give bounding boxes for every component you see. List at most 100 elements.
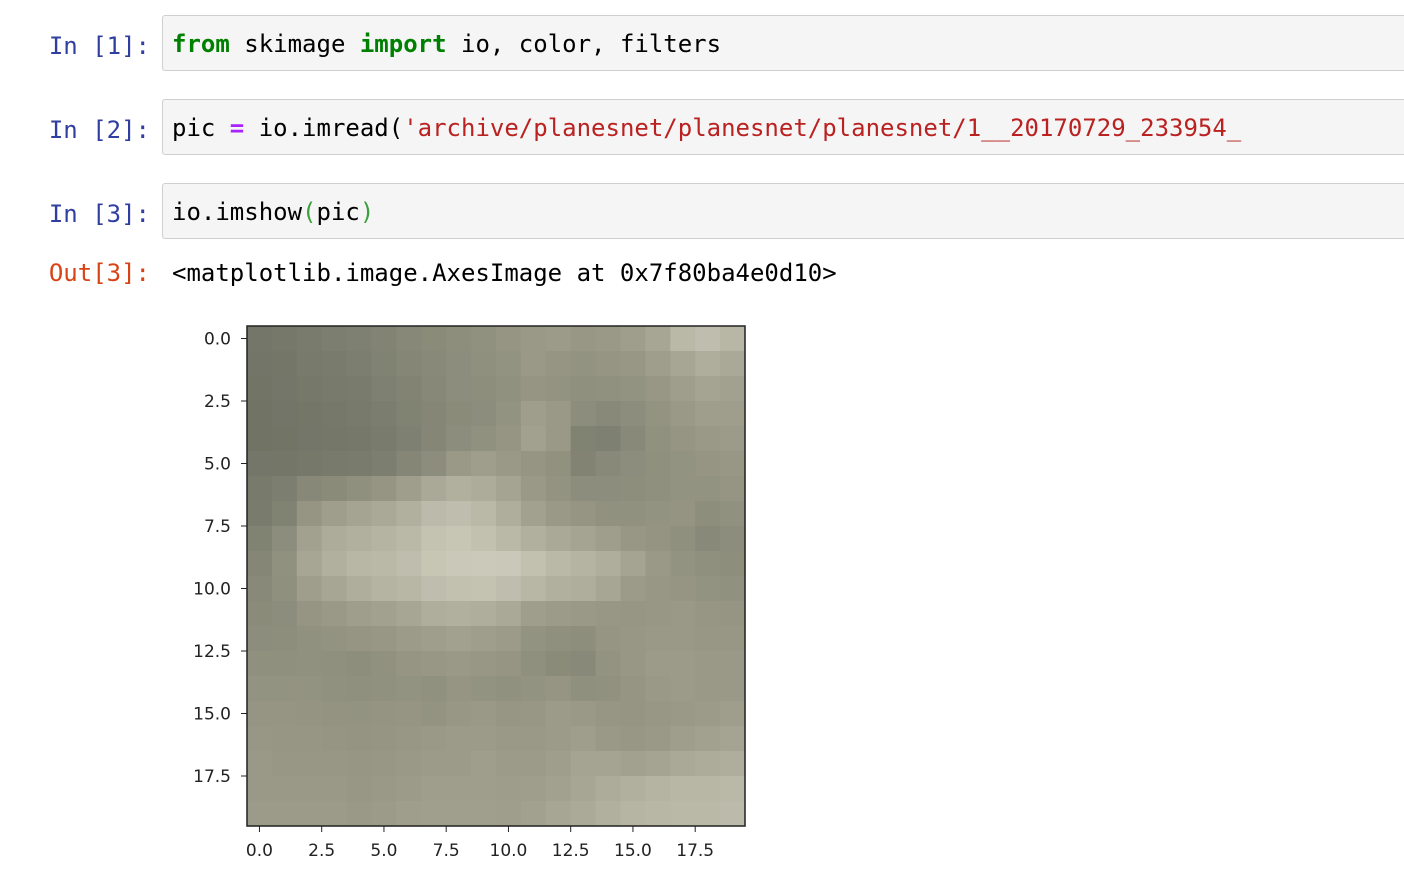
image-pixel <box>396 651 422 677</box>
image-pixel <box>271 751 298 777</box>
image-pixel <box>720 451 746 477</box>
image-pixel <box>595 626 622 652</box>
image-pixel <box>595 776 622 802</box>
cell-2-code: pic = io.imread('archive/planesnet/plane… <box>172 113 1241 143</box>
image-pixel <box>695 751 721 777</box>
image-pixel <box>545 551 572 577</box>
image-pixel <box>720 501 746 527</box>
image-pixel <box>421 526 447 552</box>
image-pixel <box>496 726 522 752</box>
image-pixel <box>271 626 298 652</box>
image-pixel <box>371 326 397 352</box>
cell-1-prompt: In [1]: <box>48 32 150 60</box>
image-pixel <box>271 801 298 827</box>
image-pixel <box>271 351 298 377</box>
image-pixel <box>321 601 348 627</box>
image-pixel <box>720 476 746 502</box>
image-pixel <box>620 426 646 452</box>
image-pixel <box>271 501 298 527</box>
image-pixel <box>720 701 746 727</box>
image-pixel <box>446 351 472 377</box>
image-pixel <box>520 801 547 827</box>
image-pixel <box>570 476 597 502</box>
image-pixel <box>695 626 721 652</box>
image-pixel <box>695 801 721 827</box>
image-pixel <box>446 426 472 452</box>
image-pixel <box>695 376 721 402</box>
image-pixel <box>247 576 273 602</box>
code-token: = <box>229 114 245 142</box>
y-tick-label: 15.0 <box>193 705 231 725</box>
image-pixel <box>570 601 597 627</box>
image-pixel <box>695 576 721 602</box>
image-pixel <box>695 526 721 552</box>
image-pixel <box>296 701 323 727</box>
cell-3-prompt: In [3]: <box>48 200 150 228</box>
image-pixel <box>471 726 497 752</box>
image-pixel <box>545 601 572 627</box>
image-pixel <box>346 501 373 527</box>
image-pixel <box>446 651 472 677</box>
image-pixel <box>296 776 323 802</box>
image-pixel <box>346 701 373 727</box>
image-pixel <box>670 601 696 627</box>
image-pixel <box>645 426 671 452</box>
image-pixel <box>421 626 447 652</box>
image-pixel <box>670 651 696 677</box>
image-pixel <box>645 451 671 477</box>
image-pixel <box>570 351 597 377</box>
image-pixel <box>271 551 298 577</box>
code-token: ( <box>302 198 317 226</box>
image-pixel <box>570 726 597 752</box>
image-pixel <box>421 801 447 827</box>
y-tick-label: 12.5 <box>193 642 231 662</box>
image-pixel <box>520 576 547 602</box>
image-pixel <box>496 601 522 627</box>
image-pixel <box>570 676 597 702</box>
image-pixel <box>371 451 397 477</box>
x-tick-label: 5.0 <box>370 841 397 861</box>
image-pixel <box>371 701 397 727</box>
image-pixel <box>321 576 348 602</box>
image-pixel <box>296 751 323 777</box>
image-pixel <box>620 526 646 552</box>
cell-2-input[interactable]: pic = io.imread('archive/planesnet/plane… <box>162 99 1404 155</box>
image-pixel <box>645 551 671 577</box>
image-pixel <box>421 501 447 527</box>
image-pixel <box>396 451 422 477</box>
image-pixel <box>421 426 447 452</box>
image-pixel <box>645 676 671 702</box>
image-pixel <box>346 551 373 577</box>
image-pixel <box>271 576 298 602</box>
image-pixel <box>570 376 597 402</box>
image-pixel <box>670 526 696 552</box>
image-pixel <box>645 501 671 527</box>
image-pixel <box>471 601 497 627</box>
image-pixel <box>346 526 373 552</box>
image-pixel <box>371 351 397 377</box>
cell-1-input[interactable]: from skimage import io, color, filters <box>162 15 1404 71</box>
image-pixel <box>471 801 497 827</box>
image-pixel <box>346 751 373 777</box>
image-pixel <box>595 326 622 352</box>
image-pixel <box>645 601 671 627</box>
cell-3-input[interactable]: io.imshow(pic) <box>162 183 1404 239</box>
image-pixel <box>496 626 522 652</box>
image-pixel <box>520 426 547 452</box>
image-pixel <box>421 376 447 402</box>
x-axis: 0.0 2.5 5.0 7.5 10.0 12.5 15.0 17.5 <box>246 826 714 861</box>
image-pixel <box>396 426 422 452</box>
image-pixel <box>396 376 422 402</box>
image-pixel <box>321 626 348 652</box>
y-tick-label: 0.0 <box>204 330 231 350</box>
image-pixel <box>545 676 572 702</box>
x-tick-label: 7.5 <box>433 841 460 861</box>
image-pixel <box>446 801 472 827</box>
image-pixel <box>271 526 298 552</box>
x-tick-label: 12.5 <box>552 841 590 861</box>
x-tick-label: 2.5 <box>308 841 335 861</box>
image-pixel <box>496 401 522 427</box>
image-pixel <box>520 701 547 727</box>
image-pixel <box>595 676 622 702</box>
image-pixel <box>695 651 721 677</box>
